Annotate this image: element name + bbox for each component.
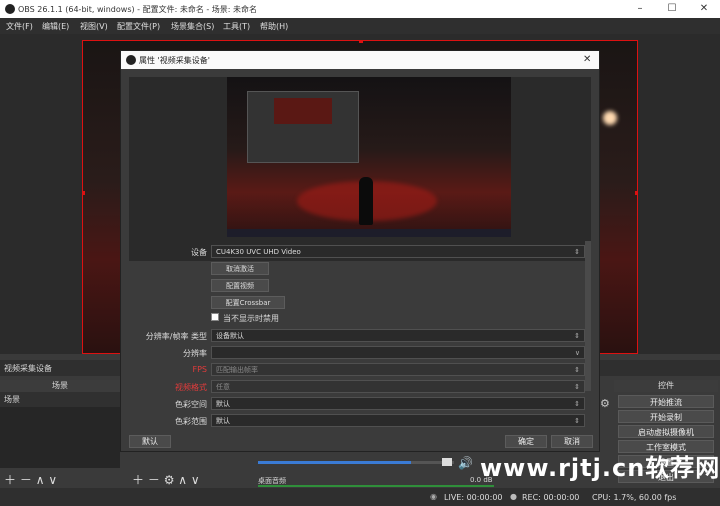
resolution-select[interactable]: ∨ [211,346,585,359]
resolution-label: 分辨率 [183,349,207,358]
fps-select[interactable]: 匹配输出帧率 ⇕ [211,363,585,376]
cancel-button[interactable]: 取消 [551,435,593,448]
dialog-title: 属性 '视频采集设备' [139,56,210,65]
scrollbar[interactable] [585,241,591,391]
deactivate-checkbox[interactable] [211,313,219,321]
volume-slider[interactable] [258,461,454,464]
rec-status: REC: 00:00:00 [522,493,580,502]
video-format-label: 视频格式 [175,383,207,392]
configure-crossbar-button[interactable]: 配置Crossbar [211,296,285,309]
dialog-preview [129,77,591,261]
deactivate-checkbox-label: 当不显示时禁用 [223,314,279,323]
resolution-type-label: 分辨率/帧率 类型 [145,332,207,341]
resize-handle[interactable] [359,41,363,43]
menu-tools[interactable]: 工具(T) [223,21,250,32]
video-format-select[interactable]: 任意 ⇕ [211,380,585,393]
obs-logo-icon [126,55,136,65]
gear-icon[interactable]: ⚙ [600,397,610,410]
audio-meter [258,485,494,487]
add-icon[interactable]: ＋ [4,473,16,487]
scene-item[interactable]: 场景 [0,392,120,407]
dialog-titlebar: 属性 '视频采集设备' ✕ [121,51,599,69]
menu-view[interactable]: 视图(V) [80,21,108,32]
volume-slider-fill [258,461,411,464]
volume-slider-handle[interactable] [442,458,452,466]
status-bar: ◉ LIVE: 00:00:00 ● REC: 00:00:00 CPU: 1.… [0,488,720,506]
add-icon[interactable]: ＋ [132,473,144,487]
gear-icon[interactable]: ⚙ [164,473,175,487]
chevron-down-icon: ∨ [574,349,580,357]
nested-obs-window [247,91,359,163]
scenes-toolbar: ＋ － ∧ ∨ [4,471,57,488]
controls-dock: 控件 [614,380,718,392]
rec-dot-icon: ● [510,492,517,501]
remove-icon[interactable]: － [20,473,32,487]
resolution-type-select[interactable]: 设备默认 ⇕ [211,329,585,342]
move-up-icon[interactable]: ∧ [36,473,45,487]
updown-icon: ⇕ [574,400,580,408]
minimize-icon[interactable]: – [630,3,650,14]
fps-label: FPS [192,365,207,374]
network-icon: ◉ [430,492,437,501]
start-virtual-camera-button[interactable]: 启动虚拟摄像机 [618,425,714,438]
menu-bar: 文件(F) 编辑(E) 视图(V) 配置文件(P) 场景集合(S) 工具(T) … [0,18,720,34]
move-up-icon[interactable]: ∧ [178,473,187,487]
close-icon[interactable]: ✕ [694,3,714,14]
menu-scene-collection[interactable]: 场景集合(S) [171,21,214,32]
resize-handle[interactable] [635,191,637,195]
maximize-icon[interactable]: ☐ [662,3,682,14]
source-name: 视频采集设备 [4,364,52,373]
audio-mixer: 🔊 桌面音频 0.0 dB [256,456,496,488]
controls-header: 控件 [614,380,718,392]
updown-icon: ⇕ [574,383,580,391]
device-select[interactable]: CU4K30 UVC UHD Video ⇕ [211,245,585,258]
person-silhouette [359,177,373,225]
configure-video-button[interactable]: 配置视频 [211,279,269,292]
start-streaming-button[interactable]: 开始推流 [618,395,714,408]
sources-toolbar: ＋ － ⚙ ∧ ∨ [132,471,200,488]
remove-icon[interactable]: － [148,473,160,487]
camera-preview-image [227,77,511,237]
watermark-text: www.rjtj.cn软荐网 [480,454,720,482]
speaker-icon[interactable]: 🔊 [458,456,473,470]
window-titlebar: OBS 26.1.1 (64-bit, windows) - 配置文件: 未命名… [0,0,720,18]
deactivate-button[interactable]: 取消激活 [211,262,269,275]
obs-logo-icon [5,4,15,14]
menu-profile[interactable]: 配置文件(P) [117,21,160,32]
updown-icon: ⇕ [574,417,580,425]
lamp-glow [603,111,617,125]
menu-help[interactable]: 帮助(H) [260,21,288,32]
menu-file[interactable]: 文件(F) [6,21,33,32]
updown-icon: ⇕ [574,248,580,256]
scenes-dock: 场景 场景 [0,380,120,468]
properties-form: 设备 CU4K30 UVC UHD Video ⇕ 取消激活 配置视频 配置Cro… [129,241,591,427]
updown-icon: ⇕ [574,366,580,374]
start-recording-button[interactable]: 开始录制 [618,410,714,423]
color-range-select[interactable]: 默认 ⇕ [211,414,585,427]
window-title: OBS 26.1.1 (64-bit, windows) - 配置文件: 未命名… [18,5,258,14]
live-status: LIVE: 00:00:00 [444,493,503,502]
device-label: 设备 [191,248,207,257]
cpu-status: CPU: 1.7%, 60.00 fps [592,493,677,502]
taskbar-strip [227,229,511,237]
close-icon[interactable]: ✕ [583,54,591,65]
move-down-icon[interactable]: ∨ [191,473,200,487]
scenes-header: 场景 [0,380,120,392]
defaults-button[interactable]: 默认 [129,435,171,448]
updown-icon: ⇕ [574,332,580,340]
move-down-icon[interactable]: ∨ [48,473,57,487]
menu-edit[interactable]: 编辑(E) [42,21,69,32]
ok-button[interactable]: 确定 [505,435,547,448]
color-space-label: 色彩空间 [175,400,207,409]
resize-handle[interactable] [83,191,85,195]
color-range-label: 色彩范围 [175,417,207,426]
color-space-select[interactable]: 默认 ⇕ [211,397,585,410]
properties-dialog: 属性 '视频采集设备' ✕ 设备 CU4K30 UVC UHD Video ⇕ 取… [120,50,600,452]
